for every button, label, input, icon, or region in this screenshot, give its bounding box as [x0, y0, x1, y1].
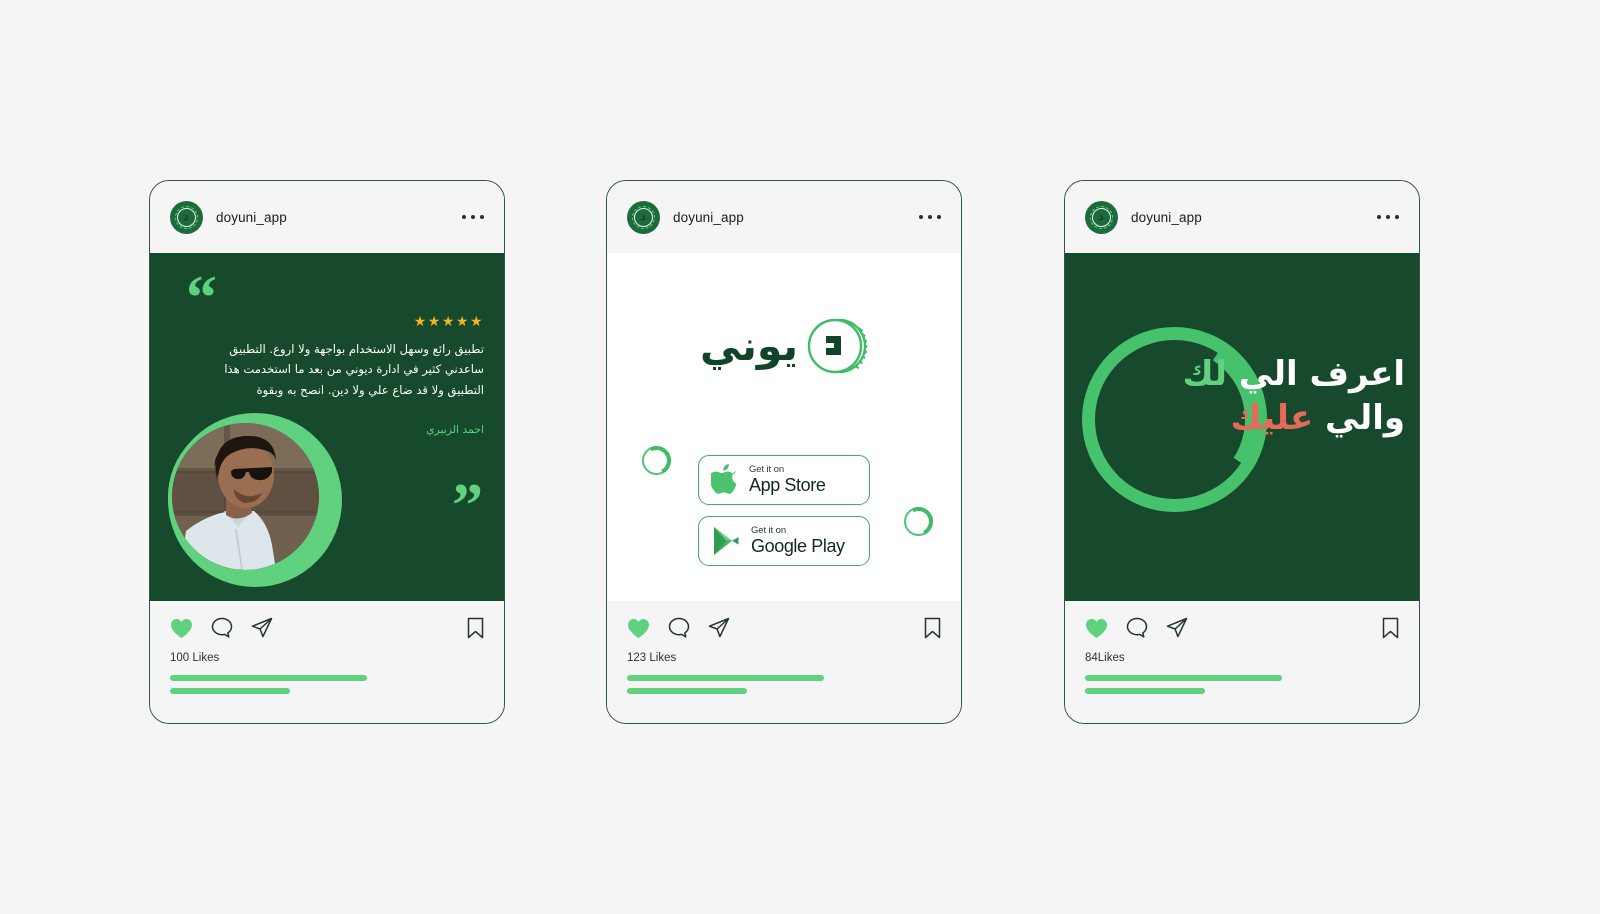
post-username[interactable]: doyuni_app [1131, 210, 1202, 225]
post-header: د doyuni_app [150, 181, 504, 253]
post-actions [1085, 617, 1399, 639]
google-play-icon [714, 527, 739, 555]
comment-icon[interactable] [211, 617, 233, 639]
app-store-button[interactable]: Get it on App Store [698, 455, 870, 505]
store-small-label: Get it on [751, 525, 787, 537]
avatar[interactable]: د [170, 200, 203, 234]
post-media-slogan: اعرف الي لك والي عليك [1065, 253, 1419, 601]
brand-logo: يوني [607, 315, 961, 377]
post-footer: 100 Likes [150, 601, 504, 723]
dot [480, 215, 484, 219]
dot [1386, 215, 1390, 219]
slogan-line1-accent: لك [1182, 354, 1228, 394]
google-play-label: Get it on Google Play [751, 526, 845, 556]
dot [1377, 215, 1381, 219]
likes-count: 84Likes [1085, 652, 1125, 664]
dot [928, 215, 932, 219]
comment-icon[interactable] [1126, 617, 1148, 639]
likes-count: 123 Likes [627, 652, 677, 664]
dot [1395, 215, 1399, 219]
heart-icon[interactable] [1085, 618, 1108, 639]
caption-placeholder-bars [627, 675, 941, 694]
post-username[interactable]: doyuni_app [673, 210, 744, 225]
star-rating: ★★★★★ [413, 313, 484, 329]
store-small-label: Get it on [749, 464, 785, 476]
post-footer: 123 Likes [607, 601, 961, 723]
instagram-post-card-3: د doyuni_app اعرف الي لك والي عليك 84Lik… [1064, 180, 1420, 724]
slogan-text: اعرف الي لك والي عليك [1075, 353, 1406, 441]
slogan-line2-main: والي [1325, 397, 1405, 438]
post-media-testimonial: “ ★★★★★ تطبيق رائع وسهل الاستخدام بواجهة… [150, 253, 504, 601]
slogan-line-2: والي عليك [1075, 397, 1406, 441]
caption-bar [1085, 688, 1205, 694]
slogan-line-1: اعرف الي لك [1075, 353, 1406, 397]
google-play-button[interactable]: Get it on Google Play [698, 516, 870, 566]
decorative-ring-right-icon [900, 503, 937, 540]
app-store-label: Get it on App Store [749, 464, 826, 496]
apple-icon [711, 463, 737, 494]
avatar-letter: د [1098, 210, 1104, 223]
store-big-label: App Store [749, 475, 826, 496]
dot [937, 215, 941, 219]
post-footer: 84Likes [1065, 601, 1419, 723]
review-text: تطبيق رائع وسهل الاستخدام بواجهة ولا ارو… [224, 342, 484, 397]
caption-placeholder-bars [1085, 675, 1399, 694]
likes-count: 100 Likes [170, 652, 220, 664]
dot [462, 215, 466, 219]
dot [919, 215, 923, 219]
quote-open-icon: “ [186, 264, 217, 332]
dot [471, 215, 475, 219]
instagram-post-card-1: د doyuni_app “ ★★★★★ تطبيق رائع وسهل الا… [149, 180, 505, 724]
more-options-icon[interactable] [1377, 215, 1399, 219]
share-icon[interactable] [1166, 617, 1188, 639]
post-actions [627, 617, 941, 639]
avatar[interactable]: د [1085, 200, 1118, 234]
slogan-line2-accent: عليك [1230, 397, 1314, 438]
caption-bar [170, 675, 367, 681]
bookmark-icon[interactable] [467, 617, 484, 639]
caption-bar [170, 688, 290, 694]
reviewer-portrait [168, 413, 342, 587]
comment-icon[interactable] [668, 617, 690, 639]
coin-logo-icon [807, 318, 868, 374]
bookmark-icon[interactable] [1382, 617, 1399, 639]
portrait-photo [168, 419, 323, 574]
brand-logo-word: يوني [700, 321, 799, 370]
more-options-icon[interactable] [919, 215, 941, 219]
avatar-letter: د [640, 210, 646, 223]
heart-icon[interactable] [170, 618, 193, 639]
caption-bar [627, 675, 824, 681]
heart-icon[interactable] [627, 618, 650, 639]
more-options-icon[interactable] [462, 215, 484, 219]
store-big-label: Google Play [751, 536, 845, 557]
portrait-illustration [172, 423, 319, 570]
avatar-letter: د [183, 210, 189, 223]
bookmark-icon[interactable] [924, 617, 941, 639]
share-icon[interactable] [708, 617, 730, 639]
post-header: د doyuni_app [607, 181, 961, 253]
quote-close-icon: ” [452, 471, 483, 540]
caption-placeholder-bars [170, 675, 484, 694]
post-username[interactable]: doyuni_app [216, 210, 287, 225]
avatar[interactable]: د [627, 200, 660, 234]
instagram-post-card-2: د doyuni_app يوني Get it on App Store Ge… [606, 180, 962, 724]
slogan-line1-main: اعرف الي [1238, 354, 1406, 394]
caption-bar [1085, 675, 1282, 681]
share-icon[interactable] [251, 617, 273, 639]
post-actions [170, 617, 484, 639]
post-media-app-download: يوني Get it on App Store Get it on Googl… [607, 253, 961, 601]
caption-bar [627, 688, 747, 694]
decorative-ring-left-icon [638, 442, 675, 479]
screenshot-stage: د doyuni_app “ ★★★★★ تطبيق رائع وسهل الا… [0, 0, 1600, 914]
review-author: احمد الزبيري [426, 423, 484, 436]
post-header: د doyuni_app [1065, 181, 1419, 253]
